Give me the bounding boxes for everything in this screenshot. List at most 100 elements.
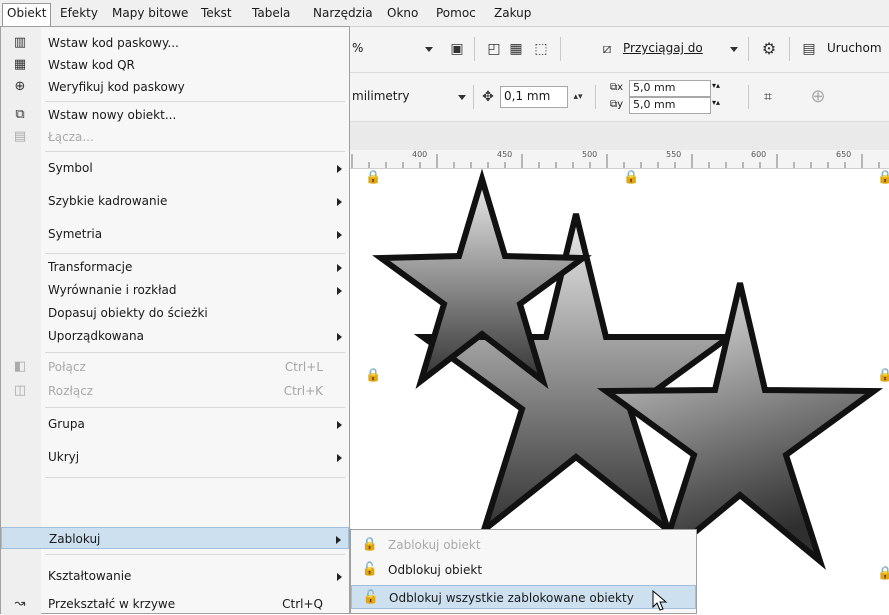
submenu-arrow-icon [337,264,342,272]
menu-pomoc[interactable]: Pomoc [432,4,480,22]
nudge-distance-icon: ✥ [482,89,494,105]
menu-item-order[interactable]: Uporządkowana [1,325,349,347]
bounding-box-icon[interactable]: ⌗ [758,87,778,107]
submenu-item-lock-object[interactable]: 🔒 Zablokuj obiekt [351,533,696,557]
menu-item-verify-barcode[interactable]: ⊕ Weryfikuj kod paskowy [1,76,349,98]
menu-narzedzia[interactable]: Narzędzia [309,4,377,22]
menu-item-hide[interactable]: Ukryj [1,446,349,468]
menu-item-label: Zablokuj [49,532,101,546]
duplicate-x-spinner-icon[interactable]: ▾▴ [712,81,720,90]
options-gear-icon[interactable]: ⚙ [759,39,779,59]
ruler-label-550: 550 [666,150,682,159]
barcode-icon: ▥ [13,35,27,50]
submenu-arrow-icon [337,454,342,462]
menu-item-symmetry[interactable]: Symetria [1,223,349,245]
lock-handle-icon[interactable]: 🔒 [623,170,639,185]
menu-okno[interactable]: Okno [383,4,422,22]
menu-item-label: Kształtowanie [48,569,132,583]
menu-item-powerclip[interactable]: Szybkie kadrowanie [1,190,349,212]
ruler-label-600: 600 [751,150,767,159]
launch-icon[interactable]: ▤ [799,39,819,59]
launch-label[interactable]: Uruchom [827,41,882,55]
zoom-level-value[interactable]: % [352,41,363,55]
show-grid-icon[interactable]: ▦ [506,39,526,59]
lock-handle-icon[interactable]: 🔒 [877,368,889,383]
menu-item-insert-qr[interactable]: ▦ Wstaw kod QR [1,54,349,76]
lock-handle-icon[interactable]: 🔒 [877,170,889,185]
menu-item-group[interactable]: Grupa [1,413,349,435]
lock-handle-icon[interactable]: 🔒 [877,566,889,581]
submenu-arrow-icon [337,287,342,295]
toolbar-divider [474,37,475,61]
menu-item-label: Ukryj [48,450,80,464]
duplicate-y-field[interactable]: 5,0 mm [629,97,711,114]
lock-submenu: 🔒 Zablokuj obiekt 🔓 Odblokuj obiekt 🔓 Od… [350,529,697,614]
menu-zakup[interactable]: Zakup [490,4,535,22]
ole-links-icon: ▤ [13,129,27,144]
show-rulers-icon[interactable]: ◰ [484,39,504,59]
menu-item-shaping[interactable]: Kształtowanie [1,565,349,587]
show-guidelines-icon[interactable]: ⬚ [531,39,551,59]
menu-item-label: Symetria [48,227,103,241]
snap-icon[interactable]: ⧄ [597,39,617,59]
obiekt-menu: ▥ Wstaw kod paskowy... ▦ Wstaw kod QR ⊕ … [0,26,350,615]
menu-item-convert-to-curves[interactable]: ↝ Przekształć w krzywe Ctrl+Q [1,593,349,615]
menu-item-insert-object[interactable]: ⧉ Wstaw nowy obiekt... [1,104,349,126]
nudge-spinner-icon[interactable]: ▴▾ [568,87,588,107]
menu-item-align-distribute[interactable]: Wyrównanie i rozkład [1,279,349,301]
shortcut-label: Ctrl+K [283,384,323,398]
submenu-item-unlock-object[interactable]: 🔓 Odblokuj obiekt [351,558,696,582]
submenu-arrow-icon [337,333,342,341]
submenu-item-unlock-all[interactable]: 🔓 Odblokuj wszystkie zablokowane obiekty [351,585,696,609]
menu-tabela[interactable]: Tabela [248,4,294,22]
menu-separator [45,554,345,555]
lock-handle-icon[interactable]: 🔒 [365,170,381,185]
menu-efekty[interactable]: Efekty [56,4,102,22]
menu-item-symbol[interactable]: Symbol [1,157,349,179]
shortcut-label: Ctrl+L [284,360,323,374]
toolbar-divider [789,37,790,61]
menu-item-label: Łącza... [48,130,94,144]
duplicate-x-field[interactable]: 5,0 mm [629,80,711,97]
menu-item-break-apart[interactable]: ◫ Rozłącz Ctrl+K [1,380,349,402]
submenu-arrow-icon [337,421,342,429]
units-dropdown-arrow-icon[interactable] [458,95,466,100]
menu-item-transformations[interactable]: Transformacje [1,256,349,278]
duplicate-y-icon: ⧉y [610,99,624,110]
nudge-distance-field[interactable]: 0,1 mm [500,86,568,108]
submenu-arrow-icon [337,231,342,239]
menu-tekst[interactable]: Tekst [197,4,236,22]
menu-item-combine[interactable]: ◧ Połącz Ctrl+L [1,356,349,378]
zoom-to-page-icon[interactable]: ▣ [447,39,467,59]
ruler-label-500: 500 [582,150,598,159]
submenu-arrow-icon [337,165,342,173]
lock-handle-icon[interactable]: 🔒 [365,368,381,383]
menu-item-label: Wstaw kod paskowy... [48,36,179,50]
ruler-label-650: 650 [836,150,852,159]
menu-item-label: Weryfikuj kod paskowy [48,80,185,94]
duplicate-y-spinner-icon[interactable]: ▾▴ [712,98,720,107]
menu-obiekt[interactable]: Obiekt [2,3,52,27]
zoom-dropdown-arrow-icon[interactable] [425,47,433,52]
menu-item-label: Symbol [48,161,93,175]
duplicate-x-value: 5,0 mm [633,81,676,94]
menu-item-fit-to-path[interactable]: Dopasuj obiekty do ścieżki [1,302,349,324]
convert-to-curves-icon: ↝ [14,596,26,611]
menu-bar: Obiekt Efekty Mapy bitowe Tekst Tabela N… [0,0,889,27]
menu-item-links[interactable]: ▤ Łącza... [1,126,349,148]
star-shape-right[interactable] [596,282,884,570]
menu-item-label: Szybkie kadrowanie [48,194,168,208]
menu-item-label: Transformacje [48,260,133,274]
submenu-arrow-icon [337,198,342,206]
menu-mapy-bitowe[interactable]: Mapy bitowe [108,4,192,22]
units-select[interactable]: milimetry [352,89,410,103]
menu-item-label: Połącz [48,360,86,374]
verify-barcode-icon: ⊕ [14,79,26,94]
snap-dropdown-arrow-icon[interactable] [730,47,738,52]
add-icon[interactable]: ⊕ [808,87,828,107]
duplicate-x-icon: ⧉x [610,82,624,93]
menu-item-lock[interactable]: Zablokuj [1,527,349,549]
menu-item-label: Wyrównanie i rozkład [48,283,177,297]
menu-item-insert-barcode[interactable]: ▥ Wstaw kod paskowy... [1,32,349,54]
snap-to-label[interactable]: Przyciągaj do [623,41,703,55]
